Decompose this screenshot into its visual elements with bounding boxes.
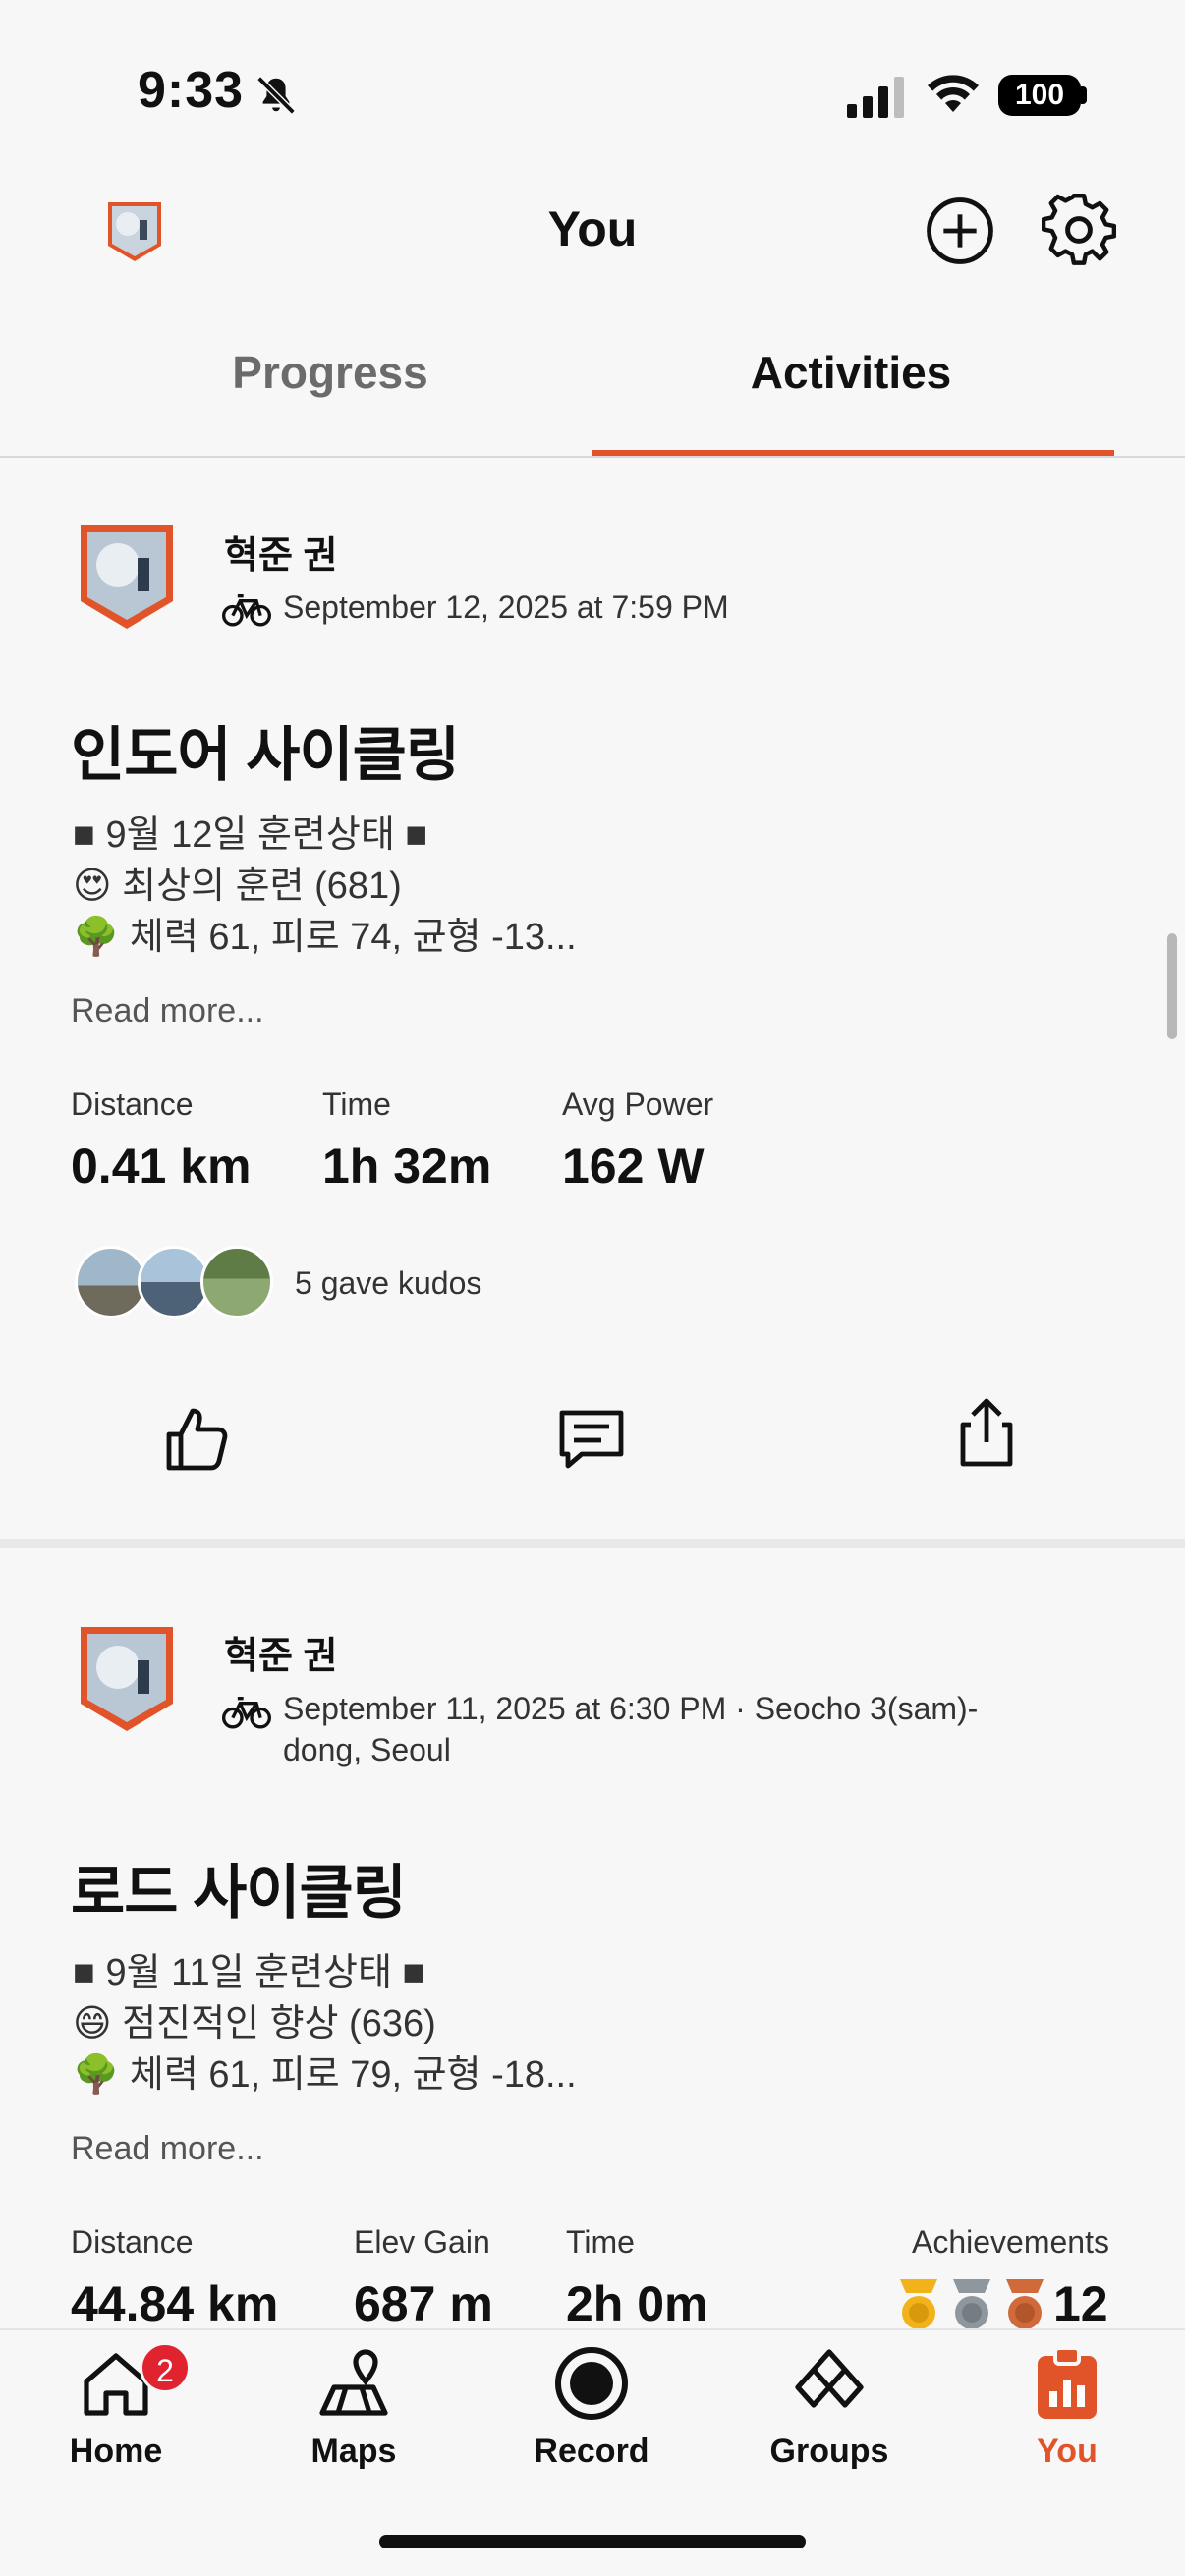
thumbs-up-icon[interactable]: [157, 1399, 236, 1478]
battery-indicator: 100: [998, 75, 1081, 116]
stat-label-distance: Distance: [71, 1087, 194, 1122]
stat-value-elev-gain: 687 m: [354, 2276, 493, 2331]
stat-label-achievements: Achievements: [912, 2224, 1109, 2260]
stat-value-time: 2h 0m: [566, 2276, 708, 2331]
tab-divider: [0, 456, 1185, 458]
scroll-indicator[interactable]: [1167, 933, 1177, 1039]
description-line: 🌳 체력 61, 피로 74, 균형 -13...: [73, 917, 577, 958]
activity-meta: September 12, 2025 at 7:59 PM: [283, 589, 729, 625]
nav-label: Groups: [769, 2433, 889, 2470]
bike-icon: [222, 594, 271, 627]
add-icon[interactable]: [924, 195, 996, 267]
battery-tip: [1081, 86, 1087, 104]
kudo-avatar[interactable]: [75, 1246, 147, 1318]
stat-value-avg-power: 162 W: [562, 1139, 705, 1194]
activity-meta: September 11, 2025 at 6:30 PM · Seocho 3…: [283, 1691, 979, 1726]
kudo-avatar[interactable]: [200, 1246, 273, 1318]
gear-icon[interactable]: [1042, 193, 1116, 267]
read-more-link[interactable]: Read more...: [71, 2130, 264, 2168]
description-line: ■ 9월 12일 훈련상태 ■: [73, 814, 428, 856]
nav-record[interactable]: Record: [493, 2344, 690, 2471]
notification-badge: 2: [140, 2342, 191, 2393]
athlete-avatar[interactable]: [77, 1623, 177, 1733]
stat-value-distance: 0.41 km: [71, 1139, 252, 1194]
nav-label: You: [1037, 2433, 1098, 2470]
stat-label-time: Time: [566, 2224, 635, 2260]
description-line: ■ 9월 11일 훈련상태 ■: [73, 1952, 425, 1993]
bike-icon: [222, 1697, 271, 1729]
description-line: 🌳 체력 61, 피로 79, 균형 -18...: [73, 2054, 577, 2096]
stat-value-achievements: 12: [1053, 2276, 1108, 2331]
description-line: 😄 점진적인 향상 (636): [73, 2003, 436, 2044]
maps-icon: [319, 2349, 388, 2416]
groups-icon: [795, 2349, 864, 2408]
stat-value-distance: 44.84 km: [71, 2276, 279, 2331]
nav-label: Record: [534, 2433, 649, 2470]
tab-activities[interactable]: Activities: [595, 346, 1106, 399]
bronze-medal-icon: [1006, 2279, 1044, 2329]
wifi-icon: [928, 75, 979, 112]
nav-groups[interactable]: Groups: [731, 2344, 928, 2471]
activity-title[interactable]: 인도어 사이클링: [71, 707, 460, 793]
silver-medal-icon: [953, 2279, 990, 2329]
nav-you[interactable]: You: [969, 2344, 1165, 2471]
athlete-avatar[interactable]: [77, 521, 177, 631]
nav-label: Maps: [310, 2433, 397, 2470]
card-separator: [0, 1539, 1185, 1548]
read-more-link[interactable]: Read more...: [71, 992, 264, 1031]
kudo-avatar[interactable]: [138, 1246, 210, 1318]
activity-title[interactable]: 로드 사이클링: [71, 1845, 407, 1931]
home-indicator: [379, 2535, 806, 2548]
gold-medal-icon: [900, 2279, 937, 2329]
stat-label-avg-power: Avg Power: [562, 1087, 714, 1122]
you-icon: [1038, 2346, 1097, 2419]
active-tab-indicator: [592, 450, 1114, 456]
athlete-name[interactable]: 혁준 권: [224, 1625, 337, 1679]
page-title: You: [547, 201, 638, 256]
stat-label-time: Time: [322, 1087, 391, 1122]
description-line: 😍 최상의 훈련 (681): [73, 866, 402, 907]
kudos-count[interactable]: 5 gave kudos: [295, 1265, 481, 1302]
stat-label-elev-gain: Elev Gain: [354, 2224, 490, 2260]
activity-meta-location: dong, Seoul: [283, 1732, 451, 1767]
record-icon: [555, 2347, 628, 2420]
share-icon[interactable]: [947, 1393, 1026, 1472]
comment-icon[interactable]: [552, 1399, 631, 1478]
status-time: 9:33: [138, 62, 245, 119]
nav-maps[interactable]: Maps: [255, 2344, 452, 2471]
bell-muted-icon: [256, 76, 296, 115]
signal-icon: [847, 77, 904, 118]
nav-label: Home: [69, 2433, 163, 2470]
athlete-name[interactable]: 혁준 권: [224, 525, 337, 579]
stat-label-distance: Distance: [71, 2224, 194, 2260]
stat-value-time: 1h 32m: [322, 1139, 492, 1194]
tab-progress[interactable]: Progress: [75, 346, 586, 399]
